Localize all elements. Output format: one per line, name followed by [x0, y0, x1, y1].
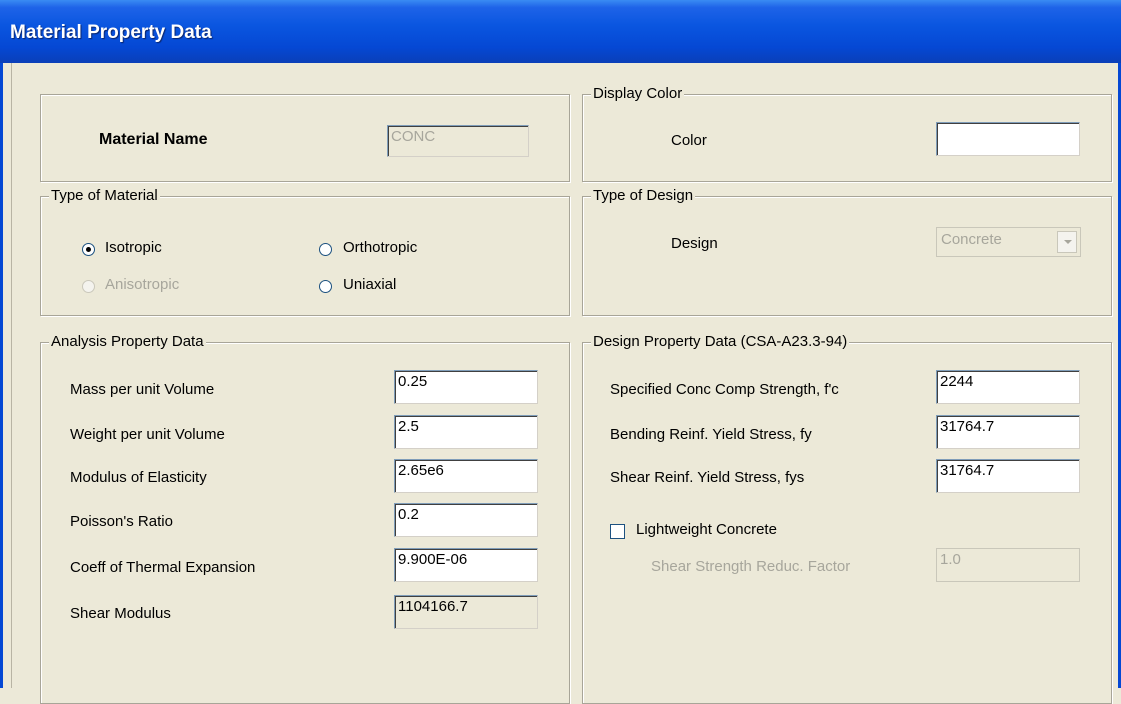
orthotropic-radio[interactable]: [319, 243, 332, 256]
design-select-value: Concrete: [941, 231, 1002, 248]
lightweight-concrete-label[interactable]: Lightweight Concrete: [636, 521, 777, 538]
isotropic-radio[interactable]: [82, 243, 95, 256]
thermal-expansion-label: Coeff of Thermal Expansion: [70, 559, 256, 576]
modulus-elasticity-field[interactable]: 2.65e6: [394, 459, 538, 493]
weight-per-volume-field[interactable]: 2.5: [394, 415, 538, 449]
reduction-factor-field: 1.0: [936, 548, 1080, 582]
thermal-expansion-field[interactable]: 9.900E-06: [394, 548, 538, 582]
conc-strength-field[interactable]: 2244: [936, 370, 1080, 404]
design-property-group: Design Property Data (CSA-A23.3-94) Spec…: [582, 333, 1112, 704]
weight-per-volume-label: Weight per unit Volume: [70, 426, 225, 443]
anisotropic-radio: [82, 280, 95, 293]
display-color-legend: Display Color: [591, 85, 685, 103]
anisotropic-label: Anisotropic: [105, 276, 180, 293]
bending-yield-label: Bending Reinf. Yield Stress, fy: [610, 426, 812, 443]
type-of-design-legend: Type of Design: [591, 187, 696, 205]
modulus-elasticity-label: Modulus of Elasticity: [70, 469, 207, 486]
lightweight-concrete-checkbox[interactable]: [610, 524, 625, 539]
chevron-down-icon: [1057, 231, 1077, 253]
shear-yield-label: Shear Reinf. Yield Stress, fys: [610, 469, 805, 486]
analysis-property-legend: Analysis Property Data: [49, 333, 206, 351]
orthotropic-label[interactable]: Orthotropic: [343, 239, 417, 256]
color-label: Color: [671, 132, 707, 149]
poissons-ratio-label: Poisson's Ratio: [70, 513, 173, 530]
design-select: Concrete: [936, 227, 1081, 257]
poissons-ratio-field[interactable]: 0.2: [394, 503, 538, 537]
window-frame-inner: [3, 63, 12, 688]
material-name-group: Material Name CONC: [40, 94, 570, 182]
type-of-design-group: Type of Design Design Concrete: [582, 187, 1112, 316]
material-name-field[interactable]: CONC: [387, 125, 529, 157]
window-title: Material Property Data: [10, 22, 212, 43]
shear-modulus-label: Shear Modulus: [70, 605, 171, 622]
design-property-legend: Design Property Data (CSA-A23.3-94): [591, 333, 850, 351]
display-color-group: Display Color Color: [582, 85, 1112, 182]
design-label: Design: [671, 235, 718, 252]
type-of-material-group: Type of Material Isotropic Orthotropic A…: [40, 187, 570, 316]
mass-per-volume-label: Mass per unit Volume: [70, 381, 215, 398]
material-name-label: Material Name: [99, 131, 208, 148]
mass-per-volume-field[interactable]: 0.25: [394, 370, 538, 404]
title-bar: Material Property Data: [0, 0, 1121, 63]
uniaxial-radio[interactable]: [319, 280, 332, 293]
shear-modulus-field: 1104166.7: [394, 595, 538, 629]
type-of-material-legend: Type of Material: [49, 187, 160, 205]
conc-strength-label: Specified Conc Comp Strength, f'c: [610, 381, 839, 398]
isotropic-label[interactable]: Isotropic: [105, 239, 162, 256]
shear-yield-field[interactable]: 31764.7: [936, 459, 1080, 493]
bending-yield-field[interactable]: 31764.7: [936, 415, 1080, 449]
analysis-property-group: Analysis Property Data Mass per unit Vol…: [40, 333, 570, 704]
uniaxial-label[interactable]: Uniaxial: [343, 276, 396, 293]
color-swatch-field[interactable]: [936, 122, 1080, 156]
reduction-factor-label: Shear Strength Reduc. Factor: [651, 558, 851, 575]
